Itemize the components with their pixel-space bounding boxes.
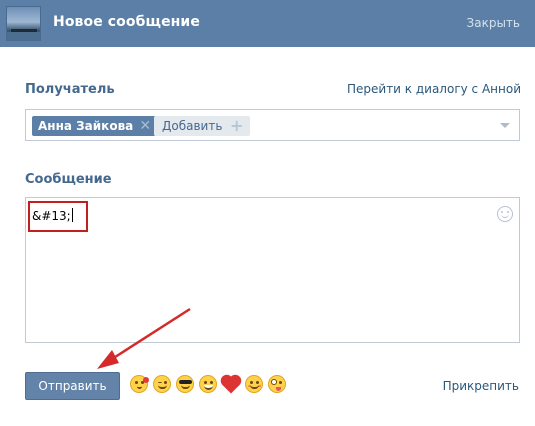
wink-emoji-icon[interactable]: [153, 375, 171, 393]
plus-icon: +: [230, 116, 244, 135]
dialog-header: Новое сообщение Закрыть: [0, 0, 535, 47]
emoji-quick-bar: [130, 375, 286, 394]
attach-link[interactable]: Прикрепить: [443, 379, 519, 393]
crazy-emoji-icon[interactable]: [268, 375, 286, 393]
recipient-chip-name: Анна Зайкова: [38, 119, 134, 133]
dialog-title: Новое сообщение: [53, 14, 200, 30]
message-label: Сообщение: [25, 172, 112, 187]
recipient-label: Получатель: [25, 82, 115, 97]
annotation-highlight-box: [28, 201, 88, 232]
arrow-head: [97, 350, 119, 369]
landscape-avatar-icon: [6, 6, 41, 41]
remove-recipient-icon[interactable]: ✕: [138, 119, 152, 133]
send-button[interactable]: Отправить: [25, 372, 120, 400]
heart-emoji-icon[interactable]: [222, 375, 240, 394]
sunglasses-emoji-icon[interactable]: [176, 375, 194, 393]
blush-emoji-icon[interactable]: [245, 375, 263, 393]
add-recipient-button[interactable]: Добавить +: [154, 116, 251, 136]
close-link[interactable]: Закрыть: [467, 16, 520, 30]
kiss-emoji-icon[interactable]: [130, 375, 149, 393]
go-to-dialog-link[interactable]: Перейти к диалогу с Анной: [347, 82, 521, 96]
grin-emoji-icon[interactable]: [199, 375, 217, 393]
message-textarea[interactable]: &#13;: [25, 197, 520, 343]
recipient-field[interactable]: Анна Зайкова ✕ Добавить +: [25, 109, 520, 141]
add-recipient-label: Добавить: [162, 119, 223, 133]
smile-icon[interactable]: [497, 206, 513, 222]
chevron-down-icon[interactable]: [500, 123, 510, 128]
recipient-chip: Анна Зайкова ✕: [32, 116, 157, 136]
